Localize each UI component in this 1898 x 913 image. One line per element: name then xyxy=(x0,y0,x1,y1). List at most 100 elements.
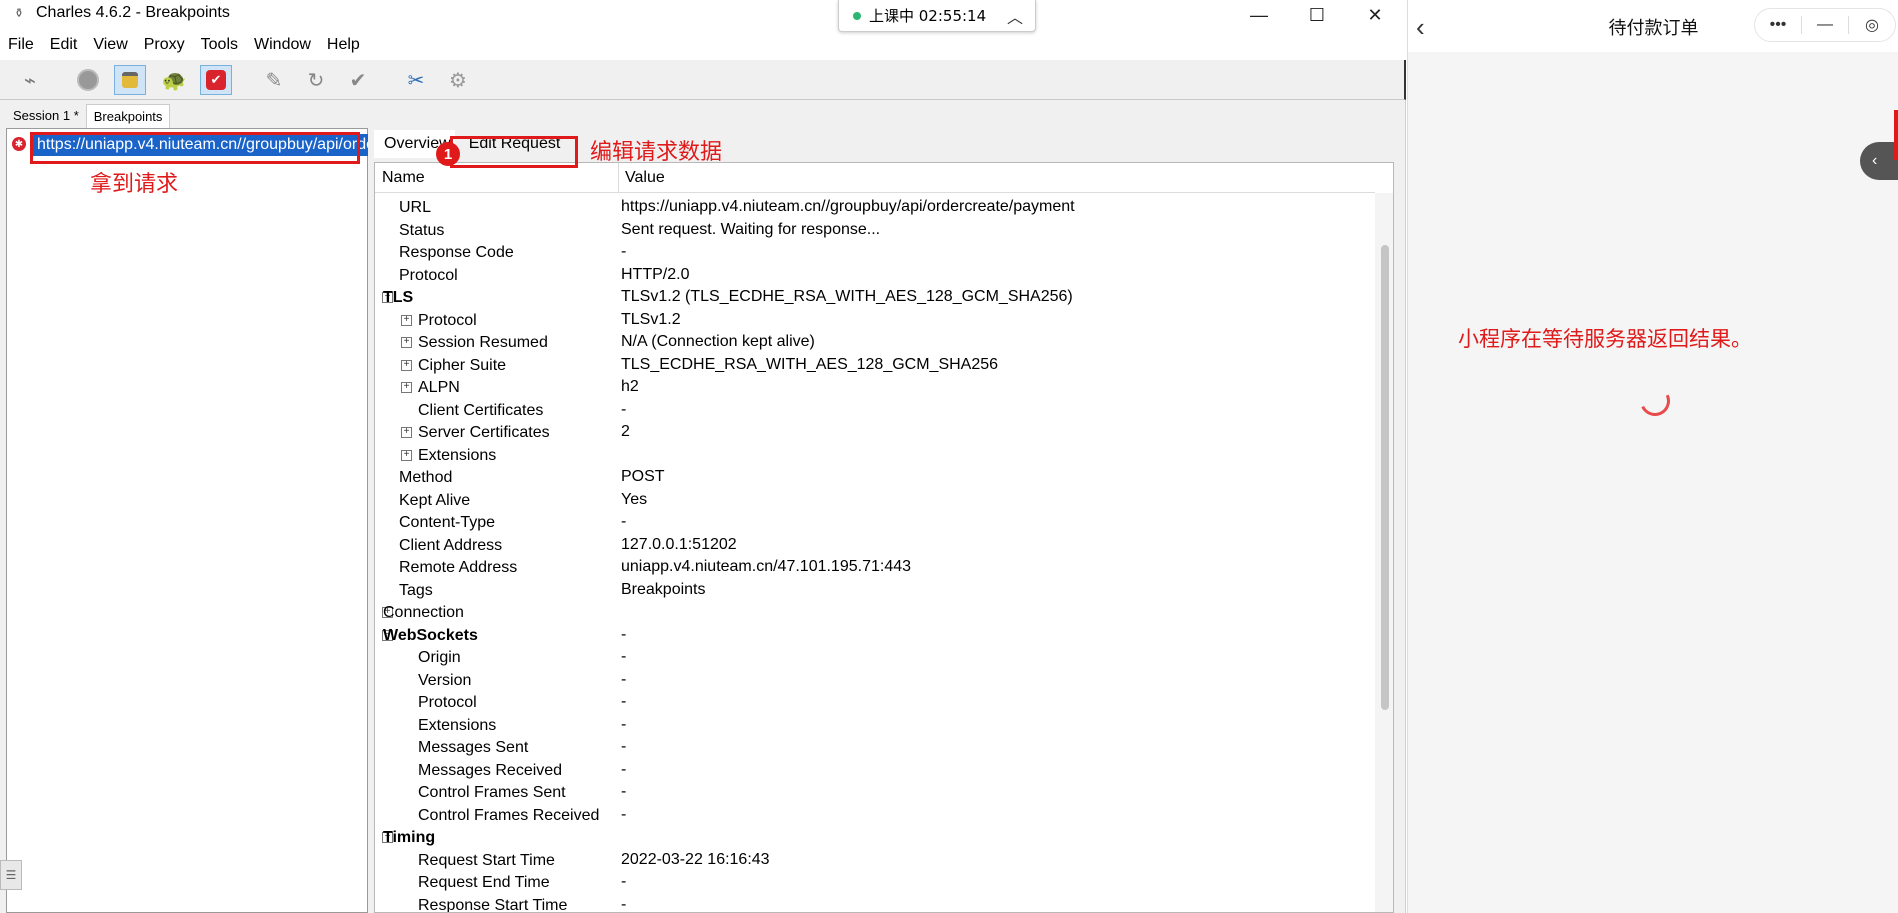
timer-text: 上课中 02:55:14 xyxy=(869,7,987,25)
tab-breakpoints[interactable]: Breakpoints xyxy=(85,104,171,128)
gear-icon[interactable]: ⚙ xyxy=(442,65,474,95)
table-row[interactable]: + Protocol TLSv1.2 xyxy=(375,310,1375,333)
table-row[interactable]: Status Sent request. Waiting for response… xyxy=(375,220,1375,243)
more-icon[interactable]: ••• xyxy=(1755,16,1801,34)
column-divider[interactable] xyxy=(618,163,619,193)
annotation-get-request: 拿到请求 xyxy=(90,172,179,197)
broom-icon[interactable]: ⌁ xyxy=(14,65,46,95)
menu-view[interactable]: View xyxy=(93,36,127,54)
table-rows: URL https://uniapp.v4.niuteam.cn//groupbu… xyxy=(375,197,1375,913)
table-row[interactable]: + Session Resumed N/A (Connection kept ali… xyxy=(375,332,1375,355)
table-row[interactable]: Method POST xyxy=(375,467,1375,490)
table-row[interactable]: Tags Breakpoints xyxy=(375,580,1375,603)
scroll-thumb[interactable] xyxy=(1381,245,1389,710)
table-row[interactable]: URL https://uniapp.v4.niuteam.cn//groupbu… xyxy=(375,197,1375,220)
annotation-mini-waiting: 小程序在等待服务器返回结果。 xyxy=(1458,327,1752,351)
annotation-badge: 1 xyxy=(436,142,460,166)
table-row[interactable]: − Timing xyxy=(375,827,1375,850)
menu-edit[interactable]: Edit xyxy=(50,36,78,54)
table-row[interactable]: Kept Alive Yes xyxy=(375,490,1375,513)
table-row[interactable]: Client Address 127.0.0.1:51202 xyxy=(375,535,1375,558)
annotation-box-edit-request xyxy=(450,136,578,168)
record-icon[interactable] xyxy=(72,65,104,95)
row-value: Yes xyxy=(621,490,648,508)
table-row[interactable]: Response Start Time - xyxy=(375,895,1375,913)
table-row[interactable]: Extensions - xyxy=(375,715,1375,738)
expand-icon[interactable]: + xyxy=(401,359,412,371)
close-target-icon[interactable]: ◎ xyxy=(1849,15,1895,35)
expand-icon[interactable]: + xyxy=(401,382,412,393)
table-row[interactable]: Request Start Time 2022-03-22 16:16:43 xyxy=(375,850,1375,873)
row-name: Tags xyxy=(399,581,433,599)
row-value: 127.0.0.1:51202 xyxy=(621,535,737,553)
table-row[interactable]: + Connection xyxy=(375,602,1375,625)
scrollbar[interactable] xyxy=(1375,193,1393,912)
row-value: - xyxy=(621,243,627,260)
table-row[interactable]: + Cipher Suite TLS_ECDHE_RSA_WITH_AES_128_… xyxy=(375,355,1375,378)
breakpoint-icon[interactable]: ✔ xyxy=(200,65,232,95)
row-name: Kept Alive xyxy=(399,491,471,509)
tab-session-1[interactable]: Session 1 * xyxy=(6,104,86,128)
chevron-up-icon[interactable]: ︿ xyxy=(1007,4,1023,28)
menu-window[interactable]: Window xyxy=(254,36,311,54)
expand-icon[interactable]: + xyxy=(401,449,412,461)
table-row[interactable]: + ALPN h2 xyxy=(375,377,1375,400)
table-row[interactable]: Client Certificates - xyxy=(375,400,1375,423)
table-row[interactable]: Control Frames Sent - xyxy=(375,782,1375,805)
expand-icon[interactable]: + xyxy=(401,337,412,348)
row-value: - xyxy=(621,513,627,530)
minimize-icon[interactable]: — xyxy=(1802,16,1848,34)
window-title: Charles 4.6.2 - Breakpoints xyxy=(36,4,230,21)
row-value: - xyxy=(621,715,627,733)
table-row[interactable]: Protocol - xyxy=(375,692,1375,715)
menu-tools[interactable]: Tools xyxy=(201,36,238,54)
menu-bar: File Edit View Proxy Tools Window Help xyxy=(0,30,1406,60)
class-timer-notification[interactable]: 上课中 02:55:14 ︿ xyxy=(838,0,1036,32)
tools-icon[interactable]: ✂ xyxy=(400,65,432,95)
row-name: Origin xyxy=(418,649,461,666)
lock-icon[interactable] xyxy=(114,65,146,95)
table-row[interactable]: + Extensions xyxy=(375,445,1375,468)
row-value: - xyxy=(621,760,627,778)
table-row[interactable]: Response Code - xyxy=(375,242,1375,265)
menu-file[interactable]: File xyxy=(8,36,34,54)
table-row[interactable]: Messages Sent - xyxy=(375,737,1375,760)
table-row[interactable]: Version - xyxy=(375,670,1375,693)
row-value: https://uniapp.v4.niuteam.cn//groupbuy/a… xyxy=(621,198,1075,215)
close-button[interactable]: ✕ xyxy=(1346,0,1404,30)
expand-icon[interactable]: + xyxy=(401,314,412,326)
row-name: Status xyxy=(399,221,445,239)
row-name: Control Frames Received xyxy=(418,806,600,824)
expand-icon[interactable]: + xyxy=(401,427,412,438)
row-value: TLSv1.2 (TLS_ECDHE_RSA_WITH_AES_128_GCM_… xyxy=(621,288,1073,305)
table-row[interactable]: Control Frames Received - xyxy=(375,805,1375,828)
menu-help[interactable]: Help xyxy=(327,36,360,54)
table-row[interactable]: Protocol HTTP/2.0 xyxy=(375,265,1375,288)
column-value[interactable]: Value xyxy=(625,169,665,187)
check-icon[interactable]: ✔ xyxy=(342,65,374,95)
row-name: Extensions xyxy=(418,716,497,734)
row-name: Response Code xyxy=(399,244,514,261)
table-row[interactable]: Messages Received - xyxy=(375,760,1375,783)
maximize-button[interactable]: ☐ xyxy=(1288,0,1346,30)
list-icon[interactable]: ☰ xyxy=(0,860,22,890)
session-tabs: Session 1 * Breakpoints xyxy=(6,104,171,128)
request-list: ✱ https://uniapp.v4.niuteam.cn//groupbuy… xyxy=(6,128,369,913)
turtle-icon[interactable]: 🐢 xyxy=(158,65,190,95)
minimize-button[interactable]: — xyxy=(1230,0,1288,30)
float-collapse-icon[interactable]: ‹ xyxy=(1860,142,1898,180)
menu-proxy[interactable]: Proxy xyxy=(144,36,185,54)
row-name: ALPN xyxy=(418,379,460,396)
row-name: Cipher Suite xyxy=(418,356,507,374)
refresh-icon[interactable]: ↻ xyxy=(300,65,332,95)
table-row[interactable]: Request End Time - xyxy=(375,872,1375,895)
pen-icon[interactable]: ✎ xyxy=(258,65,290,95)
table-row[interactable]: Content-Type - xyxy=(375,512,1375,535)
table-row[interactable]: Remote Address uniapp.v4.niuteam.cn/47.10… xyxy=(375,557,1375,580)
row-name: Connection xyxy=(383,604,464,621)
column-name[interactable]: Name xyxy=(382,169,425,187)
table-row[interactable]: − WebSockets - xyxy=(375,625,1375,648)
table-row[interactable]: − TLS TLSv1.2 (TLS_ECDHE_RSA_WITH_AES_128_… xyxy=(375,287,1375,310)
table-row[interactable]: Origin - xyxy=(375,647,1375,670)
table-row[interactable]: + Server Certificates 2 xyxy=(375,422,1375,445)
